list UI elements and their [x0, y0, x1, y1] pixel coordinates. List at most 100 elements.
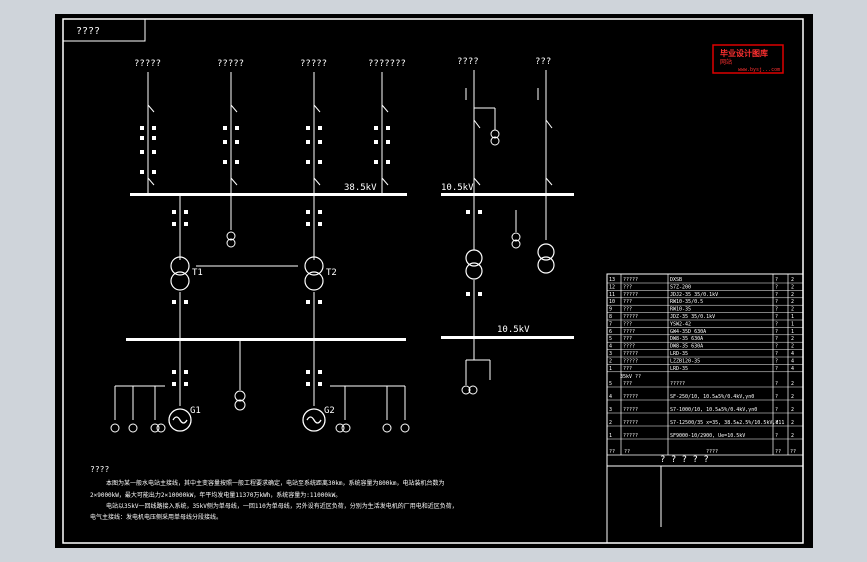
table-row-a-name: ??? — [623, 307, 632, 313]
sheet-background — [55, 14, 813, 548]
table-row-a-unit: 2 — [791, 307, 794, 313]
table-row-a-no: 12 — [609, 284, 615, 290]
table-row-a-model: RW10-35/0.5 — [670, 299, 703, 305]
transformer-t2-label: T2 — [326, 268, 337, 278]
transformer-t1-label: T1 — [192, 268, 203, 278]
table-subheader: 35kV ?? — [620, 374, 641, 380]
stamp-logo: 毕业设计图库 网站 www.bysj...com — [712, 44, 784, 74]
table-row-a-qty: ? — [775, 358, 778, 364]
table-row-a-name: ????? — [623, 314, 638, 320]
table-row-a-qty: ? — [775, 307, 778, 313]
table-row-a-unit: 4 — [791, 358, 794, 364]
stamp-line1: 毕业设计图库 — [720, 48, 768, 58]
table-row-a-unit: 1 — [791, 329, 794, 335]
table-row-a-no: 3 — [609, 351, 612, 357]
table-row-b-name: ????? — [623, 407, 638, 413]
table-footer-col5: ?? — [790, 449, 796, 455]
table-row-a-qty: ? — [775, 299, 778, 305]
feeder-label-2: ????? — [217, 59, 244, 69]
table-row-b-model: SF-250/10, 10.5±5%/0.4kV,γn0 — [670, 394, 754, 400]
table-row-a-unit: 2 — [791, 336, 794, 342]
feeder-label-4: ??????? — [368, 59, 406, 69]
table-row-b-qty: ? — [775, 394, 778, 400]
table-row-a-name: ???? — [623, 329, 635, 335]
table-row-b-unit: 2 — [791, 394, 794, 400]
table-row-a-name: ????? — [623, 351, 638, 357]
table-row-a-model: LRD-35 — [670, 351, 688, 357]
table-footer-col2: ?? — [624, 449, 630, 455]
generator-g1-label: G1 — [190, 406, 201, 416]
table-row-a-no: 10 — [609, 299, 615, 305]
table-row-a-unit: 2 — [791, 284, 794, 290]
bus-label-hv: 38.5kV — [344, 183, 377, 193]
table-row-a-qty: ? — [775, 277, 778, 283]
notes-line-4: 电气主接线：发电机电压侧采用单母线分段接线。 — [90, 513, 222, 521]
generator-g2-label: G2 — [324, 406, 335, 416]
table-row-b-unit: 2 — [791, 420, 794, 426]
table-row-a-name: ????? — [623, 292, 638, 298]
table-footer-col4: ?? — [775, 449, 781, 455]
table-row-b-qty: ? — [775, 381, 778, 387]
table-row-b-unit: 2 — [791, 381, 794, 387]
table-row-a-model: S7Z-200 — [670, 284, 691, 290]
table-row-a-unit: 2 — [791, 292, 794, 298]
table-row-a-no: 9 — [609, 307, 612, 313]
table-row-b-name: ??? — [623, 381, 632, 387]
table-row-a-name: ??? — [623, 284, 632, 290]
table-row-a-model: LRD-35 — [670, 366, 688, 372]
table-row-b-name: ????? — [623, 420, 638, 426]
feeder-label-3: ????? — [300, 59, 327, 69]
table-row-b-unit: 2 — [791, 433, 794, 439]
table-row-a-name: ??? — [623, 366, 632, 372]
table-row-a-model: DXSB — [670, 277, 682, 283]
bus-10-5kv-right — [441, 336, 574, 339]
bus-generator — [126, 338, 406, 341]
stamp-line3: www.bysj...com — [738, 67, 780, 73]
feeder-label-1: ????? — [134, 59, 161, 69]
table-row-a-model: DW8-35 630A — [670, 344, 703, 350]
table-row-a-name: ??? — [623, 336, 632, 342]
bus-label-lv-main: 10.5kV — [497, 325, 530, 335]
table-row-a-qty: ? — [775, 329, 778, 335]
table-row-a-unit: 4 — [791, 366, 794, 372]
bus-label-lv-top: 10.5kV — [441, 183, 474, 193]
table-row-a-model: GW4-35D 630A — [670, 329, 706, 335]
bus-38-5kv — [130, 193, 407, 196]
title-box-text: ???? — [76, 26, 100, 37]
table-row-b-model: SF9000-10/2900, Ue=10.5kV — [670, 433, 745, 439]
table-row-b-model: ????? — [670, 381, 685, 387]
feeder-label-5: ???? — [457, 57, 479, 67]
table-row-a-model: YSW2-42 — [670, 321, 691, 327]
table-row-b-no: 2 — [609, 420, 612, 426]
notes-title: ???? — [90, 465, 109, 474]
title-block-text: ? ? ? ? ? — [660, 455, 709, 465]
table-row-a-model: JDJ2-35 35/0.1kV — [670, 292, 718, 298]
table-row-b-name: ????? — [623, 394, 638, 400]
table-row-b-qty: ? — [775, 420, 778, 426]
table-row-a-unit: 1 — [791, 314, 794, 320]
table-row-a-model: JDZ-35 35/0.1kV — [670, 314, 715, 320]
notes-line-2: 2×9000kW，最大可能出力2×10000kW，年平均发电量11370万kWh… — [90, 491, 341, 499]
table-row-a-no: 4 — [609, 344, 612, 350]
table-row-b-name: ????? — [623, 433, 638, 439]
table-row-a-no: 8 — [609, 314, 612, 320]
table-row-a-no: 6 — [609, 329, 612, 335]
table-footer-col1: ?? — [609, 449, 615, 455]
table-row-b-unit: 2 — [791, 407, 794, 413]
table-row-a-model: DW8-35 630A — [670, 336, 703, 342]
table-row-b-qty: ? — [775, 433, 778, 439]
table-row-a-qty: ? — [775, 284, 778, 290]
table-row-b-no: 3 — [609, 407, 612, 413]
table-row-a-qty: ? — [775, 366, 778, 372]
table-row-a-qty: ? — [775, 292, 778, 298]
table-row-a-no: 7 — [609, 321, 612, 327]
table-row-b-no: 4 — [609, 394, 612, 400]
table-row-a-unit: 2 — [791, 277, 794, 283]
table-row-a-qty: ? — [775, 321, 778, 327]
table-row-b-qty: ? — [775, 407, 778, 413]
table-row-a-model: RW10-35 — [670, 307, 691, 313]
table-row-a-unit: 1 — [791, 321, 794, 327]
table-row-a-no: 13 — [609, 277, 615, 283]
table-row-a-qty: ? — [775, 351, 778, 357]
bus-10-5kv-top — [441, 193, 574, 196]
